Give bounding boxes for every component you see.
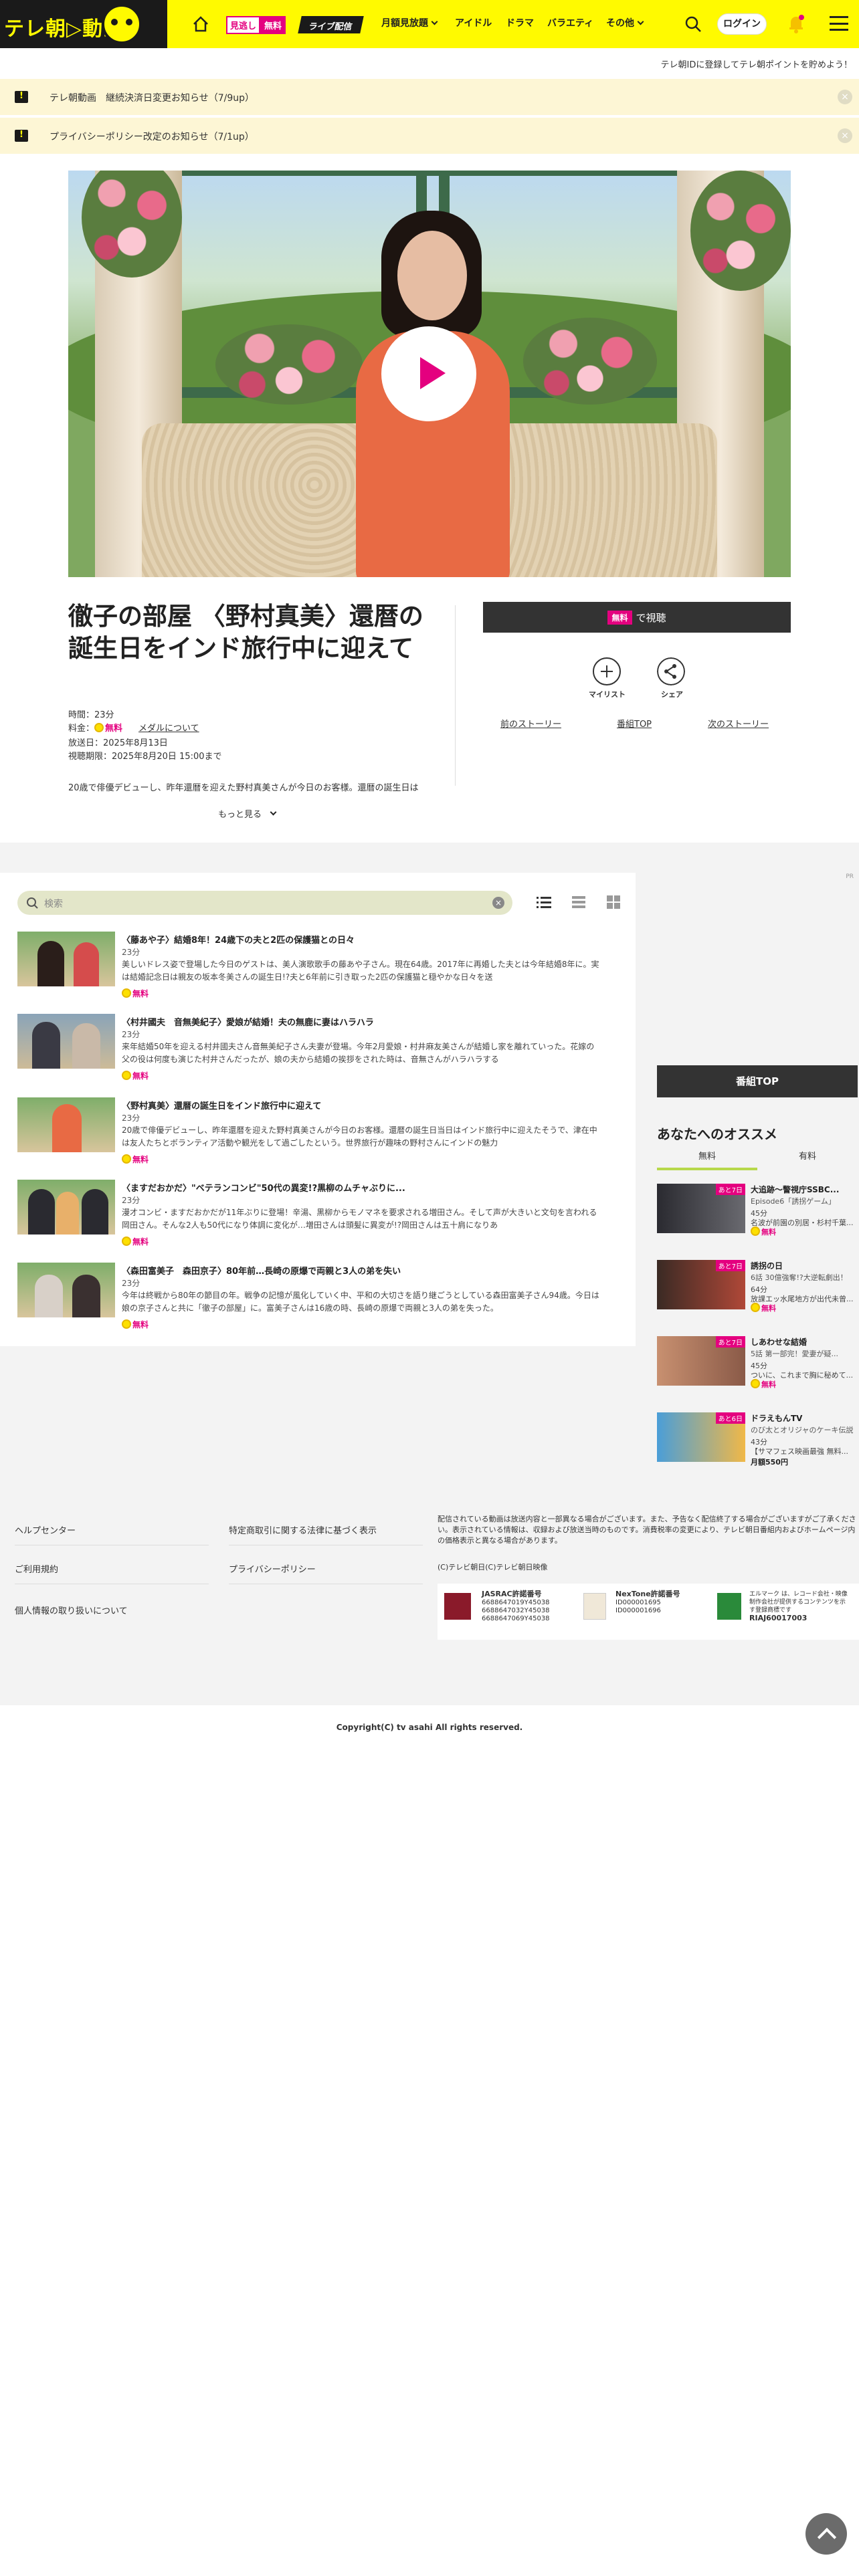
mascot-icon <box>102 4 142 44</box>
back-to-top-icon[interactable] <box>805 2513 847 2555</box>
hamburger-menu-icon[interactable] <box>830 16 848 31</box>
episode-thumbnail <box>17 1180 115 1235</box>
list-item[interactable]: 〈森田富美子 森田京子〉80年前…長崎の原爆で両親と3人の弟を失い 23分 今年… <box>17 1263 619 1336</box>
global-header: テレ朝▷動画 見逃し 無料 ライブ配信 月額見放題 アイドル ドラマ バラエティ … <box>0 0 859 48</box>
recommend-card[interactable]: あと6日 ドラえもんTV のび太とオリジャのケーキ伝説 43分 【サマフェス映画… <box>657 1412 858 1467</box>
home-icon[interactable] <box>191 15 210 33</box>
prev-story-link[interactable]: 前のストーリー <box>500 717 561 730</box>
pr-label: PR <box>846 873 854 880</box>
login-button[interactable]: ログイン <box>717 13 767 35</box>
chevron-down-icon <box>637 18 644 25</box>
list-item[interactable]: 〈藤あや子〉結婚8年！24歳下の夫と2匹の保護猫との日々 23分 美しいドレス姿… <box>17 932 619 1005</box>
notice-bar[interactable]: プライバシーポリシー改定のお知らせ（7/1up） × <box>0 118 859 154</box>
mylist-add-icon[interactable] <box>593 657 621 685</box>
jasrac-logo-icon <box>444 1593 471 1620</box>
nav-other[interactable]: その他 <box>606 16 644 29</box>
tv-asahi-id-promo[interactable]: テレ朝IDに登録してテレ朝ポイントを貯めよう！ <box>661 58 852 70</box>
episode-title: 徹子の部屋 〈野村真美〉還暦の誕生日をインド旅行中に迎えて <box>68 602 423 663</box>
broadcast-date: 放送日：2025年8月13日 <box>68 738 168 748</box>
alert-icon <box>15 91 28 103</box>
tab-free[interactable]: 無料 <box>698 1149 716 1162</box>
video-player[interactable] <box>68 171 791 577</box>
tab-paid[interactable]: 有料 <box>799 1149 816 1162</box>
nav-variety[interactable]: バラエティ <box>547 16 593 29</box>
footer-privacy-link[interactable]: プライバシーポリシー <box>229 1562 316 1575</box>
episode-thumbnail <box>17 932 115 986</box>
nav-drama[interactable]: ドラマ <box>506 16 534 29</box>
copyright-small: (C)テレビ朝日(C)テレビ朝日映像 <box>438 1563 548 1572</box>
recommend-thumbnail: あと7日 <box>657 1260 745 1309</box>
mylist-label: マイリスト <box>589 690 626 699</box>
search-input[interactable]: 検索 × <box>17 891 512 915</box>
watch-free-button[interactable]: 無料 で視聴 <box>483 602 791 633</box>
notice-bar[interactable]: テレ朝動画 継続決済日変更お知らせ（7/9up） × <box>0 79 859 115</box>
search-icon[interactable] <box>684 15 702 33</box>
recommend-tabs: 無料 有料 <box>657 1148 858 1170</box>
recommend-card[interactable]: あと7日 大追跡〜警視庁SSBC... Episode6「誘拐ゲーム」 45分 … <box>657 1184 858 1237</box>
grid-view-icon[interactable] <box>605 893 622 911</box>
chevron-down-icon <box>431 18 438 25</box>
program-top-link[interactable]: 番組TOP <box>617 717 652 730</box>
l-mark-icon <box>717 1593 741 1620</box>
recommend-card[interactable]: あと7日 誘拐の日 6話 30億強奪!?大逆転劇出！ 64分 放課エッ水尾地方が… <box>657 1260 858 1313</box>
episode-thumbnail <box>17 1097 115 1152</box>
coin-icon <box>122 1319 131 1329</box>
program-top-button[interactable]: 番組TOP <box>657 1065 858 1097</box>
site-logo[interactable]: テレ朝▷動画 <box>0 0 167 48</box>
coin-icon <box>751 1303 760 1312</box>
price-row: 料金： 無料 メダルについて <box>68 723 199 734</box>
bell-icon[interactable] <box>787 13 805 33</box>
share-label: シェア <box>661 690 683 699</box>
recommend-thumbnail: あと7日 <box>657 1184 745 1233</box>
nextone-logo-icon <box>583 1593 606 1620</box>
recommend-card[interactable]: あと7日 しあわせな結婚 5話 第一部完！愛妻が疑... 45分 ついに、これま… <box>657 1336 858 1390</box>
footer-tokushoho-link[interactable]: 特定商取引に関する法律に基づく表示 <box>229 1523 377 1536</box>
recommend-thumbnail: あと6日 <box>657 1412 745 1462</box>
nav-monthly[interactable]: 月額見放題 <box>381 16 438 29</box>
recommend-title: あなたへのオススメ <box>657 1126 777 1142</box>
license-box: JASRAC許諾番号 6688647019Y45038 6688647032Y4… <box>438 1584 859 1640</box>
watch-deadline: 視聴期限：2025年8月20日 15:00まで <box>68 752 222 762</box>
coin-icon <box>751 1379 760 1388</box>
share-icon[interactable] <box>657 657 685 685</box>
footer-terms-link[interactable]: ご利用規約 <box>15 1562 58 1575</box>
list-item[interactable]: 〈村井國夫 音無美紀子〉愛娘が結婚！夫の無鹿に妻はハラハラ 23分 来年結婚50… <box>17 1014 619 1087</box>
footer-help-link[interactable]: ヘルプセンター <box>15 1523 76 1536</box>
episode-summary: 20歳で俳優デビューし、昨年還暦を迎えた野村真美さんが今日のお客様。還暦の誕生日… <box>68 783 419 793</box>
coin-icon <box>122 1154 131 1164</box>
free-catchup-button[interactable]: 見逃し 無料 <box>226 15 286 34</box>
list-item[interactable]: 〈野村真美〉還暦の誕生日をインド旅行中に迎えて 23分 20歳で俳優デビューし、… <box>17 1097 619 1171</box>
play-icon[interactable] <box>381 326 476 421</box>
alert-icon <box>15 130 28 142</box>
chevron-down-icon <box>270 809 277 816</box>
copyright: Copyright(C) tv asahi All rights reserve… <box>336 1723 523 1732</box>
compact-view-icon[interactable] <box>570 893 587 911</box>
episode-thumbnail <box>17 1014 115 1069</box>
duration: 時間：23分 <box>68 710 114 720</box>
live-button[interactable]: ライブ配信 <box>298 16 364 33</box>
medal-info-link[interactable]: メダルについて <box>138 724 199 734</box>
close-icon[interactable]: × <box>838 128 852 143</box>
next-story-link[interactable]: 次のストーリー <box>708 717 769 730</box>
legal-notice: 配信されている動画は放送内容と一部異なる場合がございます。また、予告なく配信終了… <box>438 1515 856 1545</box>
list-view-icon[interactable] <box>535 893 553 911</box>
list-item[interactable]: 〈ますだおかだ〉"ベテランコンビ"50代の異変!?黒柳のムチャぶりに... 23… <box>17 1180 619 1253</box>
episode-thumbnail <box>17 1263 115 1317</box>
coin-icon <box>122 988 131 998</box>
clear-icon[interactable]: × <box>492 897 504 909</box>
close-icon[interactable]: × <box>838 90 852 104</box>
footer-personal-info-link[interactable]: 個人情報の取り扱いについて <box>15 1604 128 1616</box>
show-more-button[interactable]: もっと見る <box>218 807 277 820</box>
nav-idol[interactable]: アイドル <box>455 16 492 29</box>
coin-icon <box>122 1071 131 1080</box>
search-icon <box>27 897 38 909</box>
coin-icon <box>94 723 104 732</box>
coin-icon <box>122 1237 131 1246</box>
recommend-thumbnail: あと7日 <box>657 1336 745 1386</box>
coin-icon <box>751 1226 760 1236</box>
